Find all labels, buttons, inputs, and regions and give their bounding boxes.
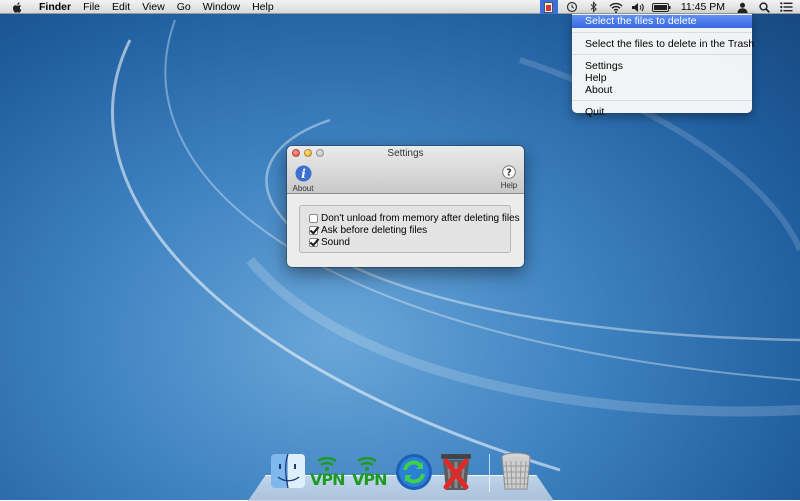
vpn-icon[interactable]: VPN — [352, 448, 394, 492]
menu-clock[interactable]: 11:45 PM — [675, 1, 731, 13]
menu-item-quit[interactable]: Quit — [572, 106, 752, 118]
svg-text:?: ? — [506, 168, 512, 179]
sound-checkbox[interactable] — [309, 237, 318, 247]
info-icon: i — [295, 165, 311, 182]
dont-unload-checkbox[interactable] — [309, 213, 318, 223]
battery-icon[interactable] — [652, 0, 672, 14]
settings-window: Settings i About ? Help Don't unload fro… — [287, 146, 524, 267]
vpn-icon[interactable]: VPN — [310, 448, 352, 492]
menu-window[interactable]: Window — [197, 0, 246, 14]
menu-finder[interactable]: Finder — [33, 0, 77, 14]
ask-before-deleting-checkbox[interactable] — [309, 225, 318, 235]
option-dont-unload[interactable]: Don't unload from memory after deleting … — [309, 212, 520, 224]
notification-list-icon[interactable] — [778, 0, 794, 14]
volume-icon[interactable] — [630, 0, 646, 14]
menu-separator — [572, 100, 752, 101]
menu-edit[interactable]: Edit — [106, 0, 136, 14]
svg-text:i: i — [301, 167, 306, 181]
app-status-menu: Select the files to delete Select the fi… — [572, 14, 754, 118]
help-icon: ? — [502, 165, 516, 179]
trash-icon[interactable] — [496, 448, 536, 492]
about-label: About — [292, 184, 314, 193]
menu-help[interactable]: Help — [246, 0, 280, 14]
status-area: 11:45 PM — [537, 0, 800, 14]
menu-item-select-files-to-delete[interactable]: Select the files to delete — [572, 15, 752, 28]
menu-separator — [572, 32, 752, 33]
time-machine-icon[interactable] — [564, 0, 580, 14]
apple-icon[interactable] — [11, 1, 25, 13]
option-ask-before-deleting[interactable]: Ask before deleting files — [309, 224, 510, 236]
options-group: Don't unload from memory after deleting … — [299, 205, 520, 253]
window-titlebar[interactable]: Settings i About ? Help — [287, 146, 524, 194]
wifi-icon[interactable] — [608, 0, 624, 14]
option-sound[interactable]: Sound — [309, 236, 510, 248]
window-title: Settings — [387, 148, 424, 159]
sound-label: Sound — [321, 236, 350, 248]
file-deleter-app-icon[interactable] — [539, 0, 558, 14]
dock-divider — [489, 454, 490, 492]
delete-trash-icon[interactable] — [436, 448, 476, 492]
menu-item-settings[interactable]: Settings — [572, 60, 752, 72]
menu-go[interactable]: Go — [171, 0, 197, 14]
toolbar-about-button[interactable]: i About — [291, 165, 315, 193]
ask-before-deleting-label: Ask before deleting files — [321, 224, 428, 236]
help-label: Help — [500, 181, 518, 190]
finder-icon[interactable] — [268, 448, 308, 492]
user-icon[interactable] — [734, 0, 750, 14]
menu-item-select-files-in-trash[interactable]: Select the files to delete in the Trash — [572, 38, 754, 50]
settings-content: Don't unload from memory after deleting … — [287, 194, 524, 267]
toolbar-help-button[interactable]: ? Help — [498, 165, 520, 190]
sync-icon[interactable] — [394, 448, 434, 492]
dont-unload-label: Don't unload from memory after deleting … — [321, 212, 520, 224]
vpn-label: VPN — [310, 470, 345, 489]
vpn-label: VPN — [352, 470, 387, 489]
menu-file[interactable]: File — [77, 0, 106, 14]
dock: VPN VPN — [268, 448, 538, 492]
menu-separator — [572, 54, 752, 55]
menu-item-help[interactable]: Help — [572, 72, 752, 84]
menu-item-about[interactable]: About — [572, 84, 752, 96]
menu-view[interactable]: View — [136, 0, 171, 14]
menu-bar: Finder File Edit View Go Window Help 11:… — [0, 0, 800, 14]
spotlight-icon[interactable] — [756, 0, 772, 14]
bluetooth-icon[interactable] — [586, 0, 602, 14]
